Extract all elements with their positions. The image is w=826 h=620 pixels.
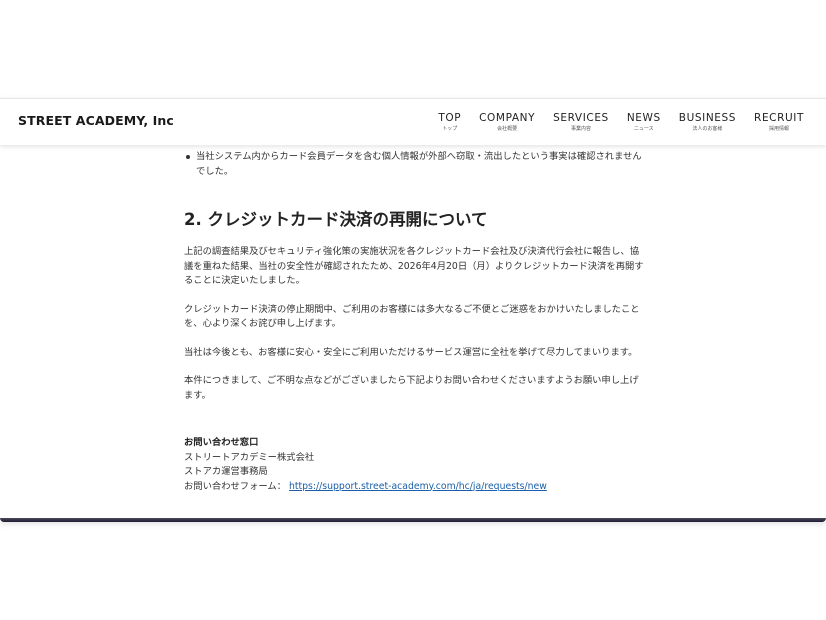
site-logo[interactable]: STREET ACADEMY, Inc: [18, 113, 174, 128]
nav-sublabel: 採用情報: [769, 126, 790, 132]
nav-label: BUSINESS: [678, 112, 737, 124]
nav-sublabel: トップ: [442, 126, 458, 132]
main-nav: TOP トップ COMPANY 会社概要 SERVICES 事業内容 NEWS …: [420, 112, 804, 132]
contact-form-label: お問い合わせフォーム：: [184, 480, 286, 492]
nav-sublabel: 法人のお客様: [692, 126, 723, 132]
paragraph: 当社は今後とも、お客様に安心・安全にご利用いただけるサービス運営に全社を挙げて尽…: [184, 346, 638, 358]
nav-item-recruit[interactable]: RECRUIT 採用情報: [754, 112, 804, 132]
bullet-text: 当社システム内からカード会員データを含む個人情報が外部へ窃取・流出したという事実…: [196, 151, 642, 177]
nav-item-company[interactable]: COMPANY 会社概要: [479, 112, 535, 132]
nav-label: SERVICES: [553, 112, 609, 124]
nav-item-news[interactable]: NEWS ニュース: [627, 112, 661, 132]
bullet-dot-icon: [186, 155, 190, 159]
nav-sublabel: ニュース: [633, 126, 654, 132]
viewport-bottom-edge: [0, 518, 826, 522]
contact-form-link[interactable]: https://support.street-academy.com/hc/ja…: [289, 481, 547, 492]
paragraph: クレジットカード決済の停止期間中、ご利用のお客様には多大なるご不便とご迷惑をおか…: [184, 303, 640, 330]
nav-sublabel: 会社概要: [497, 126, 518, 132]
section-title: 2. クレジットカード決済の再開について: [184, 210, 488, 229]
contact-title: お問い合わせ窓口: [184, 437, 259, 448]
nav-sublabel: 事業内容: [570, 126, 591, 132]
nav-item-services[interactable]: SERVICES 事業内容: [553, 112, 609, 132]
nav-label: TOP: [438, 112, 462, 124]
nav-item-business[interactable]: BUSINESS 法人のお客様: [679, 112, 736, 132]
contact-block: お問い合わせ窓口 ストリートアカデミー株式会社 ストアカ運営事務局 お問い合わせ…: [184, 436, 644, 494]
browser-viewport: STREET ACADEMY, Inc TOP トップ COMPANY 会社概要…: [0, 98, 826, 522]
contact-company: ストリートアカデミー株式会社: [184, 451, 315, 463]
site-header: STREET ACADEMY, Inc TOP トップ COMPANY 会社概要…: [0, 99, 826, 145]
nav-label: RECRUIT: [754, 112, 804, 124]
paragraph: 上記の調査結果及びセキュリティ強化策の実施状況を各クレジットカード会社及び決済代…: [184, 246, 644, 286]
article-body: 当社システム内からカード会員データを含む個人情報が外部へ窃取・流出したという事実…: [184, 150, 644, 494]
nav-label: NEWS: [626, 112, 661, 124]
paragraph: 本件につきまして、ご不明な点などがございましたら下記よりお問い合わせくださいます…: [184, 375, 639, 401]
nav-label: COMPANY: [479, 112, 536, 124]
contact-form-line: お問い合わせフォーム： https://support.street-acade…: [184, 480, 644, 495]
bullet-item: 当社システム内からカード会員データを含む個人情報が外部へ窃取・流出したという事実…: [184, 150, 644, 179]
contact-office: ストアカ運営事務局: [184, 466, 268, 477]
nav-item-top[interactable]: TOP トップ: [438, 112, 461, 132]
